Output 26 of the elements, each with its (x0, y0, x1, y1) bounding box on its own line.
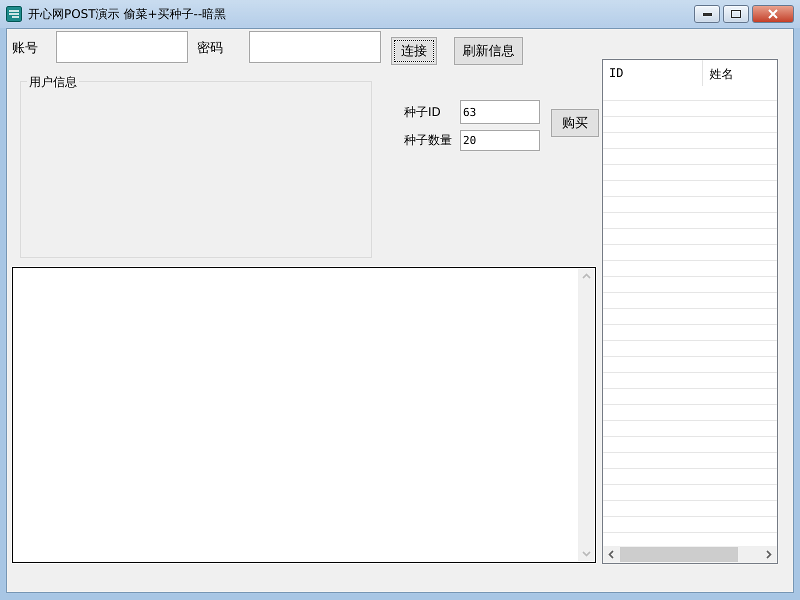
maximize-icon (731, 10, 741, 18)
account-field[interactable] (56, 31, 188, 63)
close-icon (768, 9, 778, 19)
app-icon (6, 6, 22, 22)
close-button[interactable] (752, 5, 794, 23)
minimize-button[interactable] (694, 5, 720, 23)
group-title: 用户信息 (27, 74, 79, 91)
scroll-thumb[interactable] (620, 547, 738, 562)
account-label: 账号 (12, 40, 38, 57)
minimize-icon (702, 12, 712, 16)
buy-button[interactable]: 购买 (551, 109, 599, 137)
seed-label: 种子数量 (404, 132, 453, 149)
window-title: 开心网POST演示 偷菜+买种子--暗黑 (28, 6, 228, 22)
seed-field[interactable]: 20 (460, 130, 540, 151)
vertical-scrollbar[interactable] (578, 268, 595, 562)
seed-label: 种子ID (404, 104, 442, 120)
seed-field[interactable]: 63 (460, 100, 540, 124)
column-header[interactable]: 姓名 (703, 60, 777, 86)
log-text-area[interactable] (12, 267, 596, 563)
refresh-button[interactable]: 刷新信息 (454, 37, 523, 65)
maximize-button[interactable] (723, 5, 749, 23)
connect-button[interactable]: 连接 (391, 37, 437, 65)
friend-list[interactable]: ID 姓名 (602, 59, 778, 564)
password-label: 密码 (197, 40, 223, 57)
horizontal-scrollbar[interactable] (603, 546, 777, 563)
password-field[interactable] (249, 31, 381, 63)
